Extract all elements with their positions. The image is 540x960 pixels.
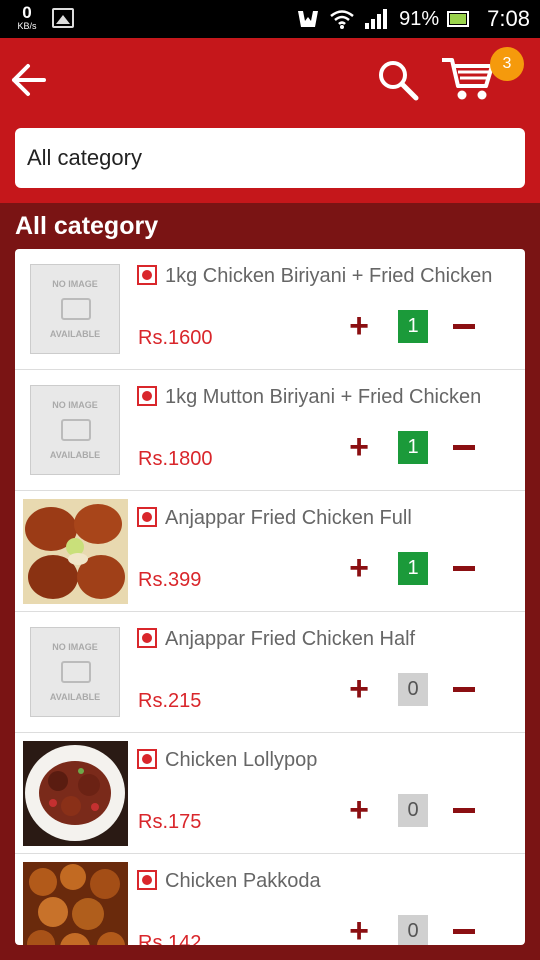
status-bar: 0 KB/s 91% 7:08	[0, 0, 540, 38]
non-veg-mark-icon	[137, 265, 157, 285]
increase-quantity-button[interactable]: +	[346, 309, 372, 343]
list-item[interactable]: NO IMAGE AVAILABLE Anjappar Fried Chicke…	[15, 612, 525, 733]
list-item[interactable]: Chicken Pakkoda Rs.142 + 0	[15, 854, 525, 945]
non-veg-mark-icon	[137, 628, 157, 648]
non-veg-mark-icon	[137, 870, 157, 890]
category-selector[interactable]: All category	[15, 128, 525, 188]
quantity-value: 0	[398, 673, 428, 706]
search-icon[interactable]	[376, 58, 420, 102]
quantity-value: 0	[398, 794, 428, 827]
decrease-quantity-button[interactable]	[453, 929, 475, 934]
clock: 7:08	[487, 6, 530, 31]
camera-icon	[61, 419, 91, 441]
chicken-pakkoda-photo	[23, 862, 128, 945]
cart-count-badge: 3	[490, 47, 524, 81]
decrease-quantity-button[interactable]	[453, 566, 475, 571]
increase-quantity-button[interactable]: +	[346, 430, 372, 464]
increase-quantity-button[interactable]: +	[346, 914, 372, 945]
signal-icon	[365, 9, 388, 29]
placeholder-label-bottom: AVAILABLE	[49, 692, 101, 702]
decrease-quantity-button[interactable]	[453, 324, 475, 329]
item-price: Rs.1600	[138, 327, 213, 349]
hands-icon	[298, 11, 319, 27]
decrease-quantity-button[interactable]	[453, 445, 475, 450]
quantity-value: 1	[398, 431, 428, 464]
list-item[interactable]: Anjappar Fried Chicken Full Rs.399 + 1	[15, 491, 525, 612]
list-item[interactable]: NO IMAGE AVAILABLE 1kg Chicken Biriyani …	[15, 249, 525, 370]
placeholder-label-top: NO IMAGE	[52, 400, 98, 410]
wifi-icon	[330, 10, 354, 29]
battery-icon	[447, 11, 470, 27]
item-price: Rs.175	[138, 811, 202, 833]
decrease-quantity-button[interactable]	[453, 808, 475, 813]
placeholder-label-top: NO IMAGE	[52, 642, 98, 652]
camera-icon	[61, 298, 91, 320]
network-speed: 0 KB/s	[12, 4, 42, 31]
section-title: All category	[15, 212, 159, 240]
app-bar: 3 All category	[0, 38, 540, 203]
quantity-value: 0	[398, 915, 428, 945]
no-image-placeholder: NO IMAGE AVAILABLE	[30, 385, 120, 475]
item-price: Rs.1800	[138, 448, 213, 470]
placeholder-label-bottom: AVAILABLE	[49, 450, 101, 460]
increase-quantity-button[interactable]: +	[346, 672, 372, 706]
item-name: 1kg Mutton Biriyani + Fried Chicken	[165, 386, 482, 408]
gallery-icon	[52, 8, 74, 28]
item-name: 1kg Chicken Biriyani + Fried Chicken	[165, 265, 493, 287]
fried-chicken-photo	[23, 499, 128, 604]
item-price: Rs.399	[138, 569, 202, 591]
item-name: Anjappar Fried Chicken Half	[165, 628, 416, 650]
non-veg-mark-icon	[137, 507, 157, 527]
net-speed-value: 0	[22, 3, 32, 22]
increase-quantity-button[interactable]: +	[346, 551, 372, 585]
increase-quantity-button[interactable]: +	[346, 793, 372, 827]
list-item[interactable]: NO IMAGE AVAILABLE 1kg Mutton Biriyani +…	[15, 370, 525, 491]
product-list: NO IMAGE AVAILABLE 1kg Chicken Biriyani …	[15, 249, 525, 945]
net-speed-unit: KB/s	[17, 21, 37, 31]
item-name: Anjappar Fried Chicken Full	[165, 507, 412, 529]
placeholder-label-top: NO IMAGE	[52, 279, 98, 289]
placeholder-label-bottom: AVAILABLE	[49, 329, 101, 339]
item-name: Chicken Pakkoda	[165, 870, 321, 892]
quantity-value: 1	[398, 310, 428, 343]
non-veg-mark-icon	[137, 749, 157, 769]
quantity-value: 1	[398, 552, 428, 585]
item-price: Rs.142	[138, 932, 202, 945]
back-arrow-icon[interactable]	[10, 60, 50, 100]
chicken-lollypop-photo	[23, 741, 128, 846]
decrease-quantity-button[interactable]	[453, 687, 475, 692]
camera-icon	[61, 661, 91, 683]
non-veg-mark-icon	[137, 386, 157, 406]
no-image-placeholder: NO IMAGE AVAILABLE	[30, 627, 120, 717]
no-image-placeholder: NO IMAGE AVAILABLE	[30, 264, 120, 354]
battery-percent: 91%	[399, 7, 440, 30]
item-name: Chicken Lollypop	[165, 749, 318, 771]
item-price: Rs.215	[138, 690, 202, 712]
list-item[interactable]: Chicken Lollypop Rs.175 + 0	[15, 733, 525, 854]
